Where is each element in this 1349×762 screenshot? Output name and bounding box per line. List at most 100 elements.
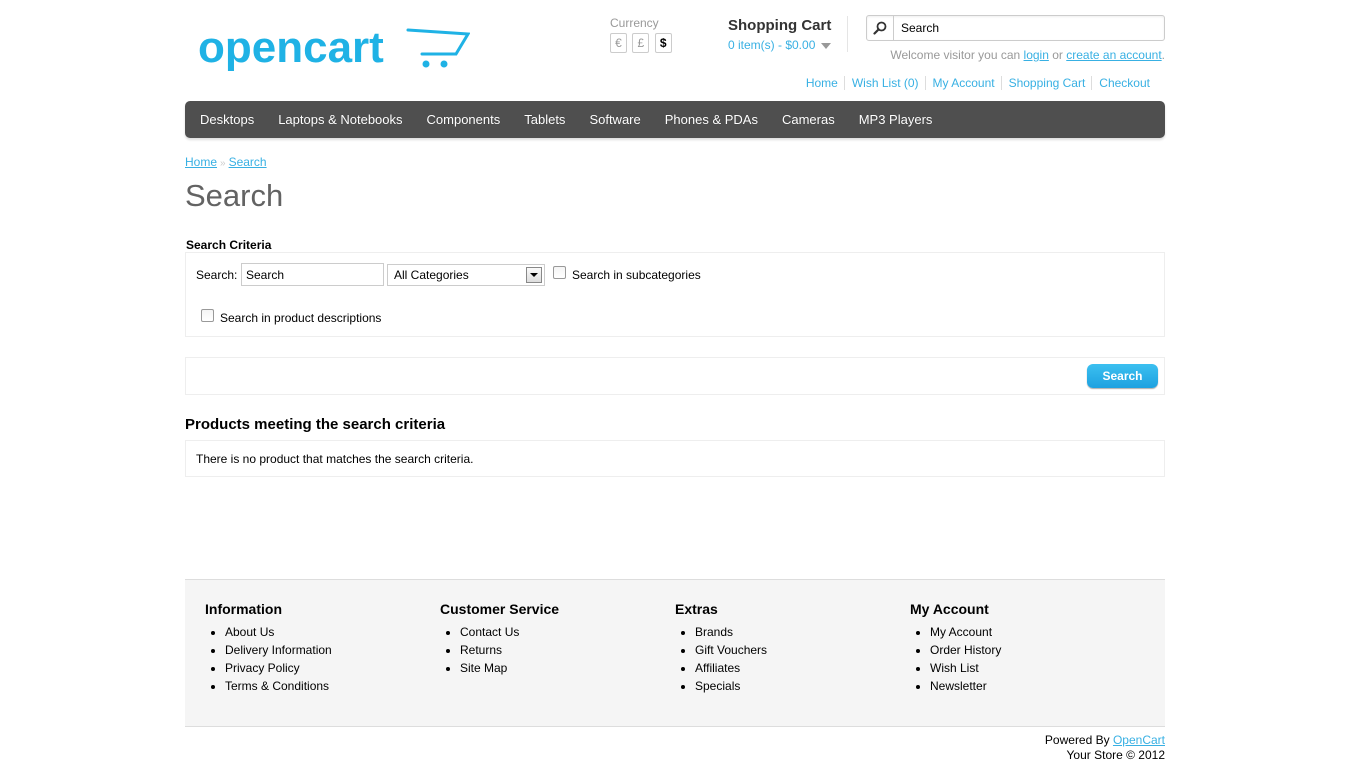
header-links: Home Wish List (0) My Account Shopping Cart… [799, 76, 1156, 90]
list-item: Newsletter [930, 677, 1130, 695]
list-item: Specials [695, 677, 895, 695]
footer-link[interactable]: My Account [930, 625, 992, 639]
footer-column-title: My Account [910, 601, 989, 617]
create-account-link[interactable]: create an account [1066, 48, 1161, 62]
breadcrumb-search[interactable]: Search [229, 155, 267, 169]
chevron-down-icon[interactable] [526, 267, 542, 283]
list-item: Privacy Policy [225, 659, 425, 677]
currency-euro-button[interactable]: € [610, 33, 627, 53]
search-icon [873, 21, 887, 35]
header-link-account[interactable]: My Account [924, 76, 1001, 90]
footer-link[interactable]: Terms & Conditions [225, 679, 329, 693]
currency-dollar-button[interactable]: $ [654, 33, 672, 53]
list-item: Wish List [930, 659, 1130, 677]
copyright: Your Store © 2012 [1066, 748, 1165, 762]
footer-link[interactable]: Specials [695, 679, 740, 693]
empty-results-message: There is no product that matches the sea… [196, 452, 474, 466]
list-item: Affiliates [695, 659, 895, 677]
logo-text: opencart [198, 23, 384, 72]
footer-link[interactable]: Wish List [930, 661, 979, 675]
footer-link[interactable]: About Us [225, 625, 274, 639]
footer-column-title: Information [205, 601, 282, 617]
powered-by-label: Powered By [1044, 733, 1110, 747]
products-heading: Products meeting the search criteria [185, 416, 446, 433]
footer-link[interactable]: Newsletter [930, 679, 987, 693]
footer-link[interactable]: Gift Vouchers [695, 643, 767, 657]
currency-pound-button[interactable]: £ [632, 33, 650, 53]
footer-column-title: Extras [675, 601, 718, 617]
footer-column-information: Information About Us Delivery Informatio… [205, 601, 425, 695]
footer-link[interactable]: Delivery Information [225, 643, 332, 657]
subcategories-checkbox[interactable] [553, 266, 566, 279]
menu-item-components[interactable]: Components [415, 101, 513, 138]
menu-item-software[interactable]: Software [577, 101, 652, 138]
welcome-or: or [1052, 48, 1063, 62]
footer-column-my-account: My Account My Account Order History Wish… [910, 601, 1130, 695]
opencart-link[interactable]: OpenCart [1113, 733, 1165, 747]
cart-title: Shopping Cart [728, 17, 832, 34]
powered-by: Powered By OpenCart Your Store © 2012 [1045, 733, 1165, 762]
footer-link[interactable]: Contact Us [460, 625, 519, 639]
footer: Information About Us Delivery Informatio… [185, 579, 1165, 727]
breadcrumb: Home» Search [185, 155, 267, 169]
divider [847, 16, 848, 52]
footer-link[interactable]: Brands [695, 625, 733, 639]
buttons-panel: Search [185, 357, 1165, 395]
search-button[interactable] [867, 16, 894, 40]
welcome-message: Welcome visitor you can login or create … [890, 48, 1165, 62]
header-link-checkout[interactable]: Checkout [1091, 76, 1156, 90]
currency-label: Currency [610, 16, 659, 30]
footer-link[interactable]: Site Map [460, 661, 507, 675]
footer-link[interactable]: Order History [930, 643, 1001, 657]
header-link-wishlist[interactable]: Wish List (0) [843, 76, 925, 90]
criteria-search-input[interactable] [241, 263, 384, 286]
subcategories-label: Search in subcategories [572, 268, 701, 282]
footer-column-title: Customer Service [440, 601, 560, 617]
menu-item-phones[interactable]: Phones & PDAs [653, 101, 770, 138]
search-input[interactable] [895, 18, 1161, 38]
descriptions-label: Search in product descriptions [220, 311, 382, 325]
list-item: Returns [460, 641, 660, 659]
chevron-down-icon[interactable] [821, 42, 832, 49]
opencart-logo[interactable]: opencart [198, 22, 471, 78]
category-menu: Desktops Laptops & Notebooks Components … [185, 101, 1165, 138]
cart-total[interactable]: 0 item(s) - $0.00 [728, 38, 815, 52]
welcome-prefix: Welcome visitor you can [890, 48, 1021, 62]
list-item: Terms & Conditions [225, 677, 425, 695]
products-panel: There is no product that matches the sea… [185, 440, 1165, 477]
category-select[interactable]: All Categories [387, 264, 545, 286]
descriptions-checkbox[interactable] [201, 309, 214, 322]
menu-item-mp3[interactable]: MP3 Players [847, 101, 945, 138]
footer-column-extras: Extras Brands Gift Vouchers Affiliates S… [675, 601, 895, 695]
category-select-value: All Categories [394, 268, 469, 282]
list-item: Site Map [460, 659, 660, 677]
list-item: About Us [225, 623, 425, 641]
menu-item-cameras[interactable]: Cameras [770, 101, 847, 138]
list-item: Delivery Information [225, 641, 425, 659]
login-link[interactable]: login [1024, 48, 1049, 62]
menu-item-laptops[interactable]: Laptops & Notebooks [266, 101, 414, 138]
header-link-cart[interactable]: Shopping Cart [1000, 76, 1092, 90]
footer-link[interactable]: Affiliates [695, 661, 740, 675]
menu-item-desktops[interactable]: Desktops [188, 101, 266, 138]
footer-link[interactable]: Returns [460, 643, 502, 657]
list-item: My Account [930, 623, 1130, 641]
header-link-home[interactable]: Home [799, 76, 844, 90]
list-item: Order History [930, 641, 1130, 659]
footer-link[interactable]: Privacy Policy [225, 661, 300, 675]
search-submit-button[interactable]: Search [1087, 364, 1158, 388]
criteria-heading: Search Criteria [186, 238, 272, 252]
header-search [866, 15, 1165, 41]
list-item: Contact Us [460, 623, 660, 641]
welcome-suffix: . [1161, 48, 1165, 62]
list-item: Brands [695, 623, 895, 641]
currency-selector: Currency € £ $ [610, 16, 674, 53]
page-title: Search [185, 178, 284, 213]
footer-column-customer-service: Customer Service Contact Us Returns Site… [440, 601, 660, 677]
criteria-search-label: Search: [196, 268, 238, 282]
criteria-panel: Search: All Categories Search in subcate… [185, 252, 1165, 337]
breadcrumb-separator: » [220, 158, 226, 169]
shopping-cart-widget[interactable]: Shopping Cart 0 item(s) - $0.00 [728, 17, 832, 52]
menu-item-tablets[interactable]: Tablets [512, 101, 577, 138]
breadcrumb-home[interactable]: Home [185, 155, 217, 169]
